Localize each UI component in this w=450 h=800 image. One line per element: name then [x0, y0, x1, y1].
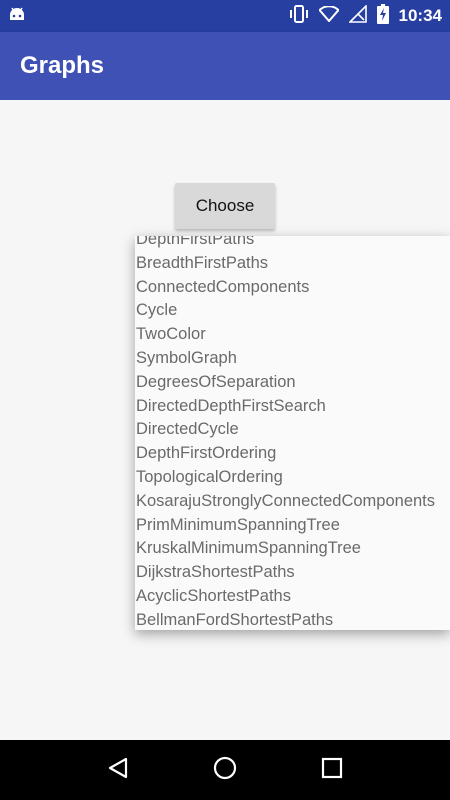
menu-item-directed-cycle[interactable]: DirectedCycle: [135, 418, 450, 442]
menu-item-dijkstra-shortest-paths[interactable]: DijkstraShortestPaths: [135, 561, 450, 585]
popup-menu[interactable]: DepthFirstPaths BreadthFirstPaths Connec…: [135, 236, 450, 630]
wifi-icon: [317, 4, 340, 27]
status-time: 10:34: [398, 6, 442, 25]
back-button[interactable]: [98, 750, 138, 790]
home-icon: [212, 755, 238, 786]
home-button[interactable]: [205, 750, 245, 790]
vibrate-icon: [289, 4, 309, 28]
recents-icon: [321, 757, 343, 784]
no-signal-icon: [347, 3, 367, 28]
menu-item-depth-first-paths[interactable]: DepthFirstPaths: [135, 236, 450, 252]
main-content: Choose DepthFirstPaths BreadthFirstPaths…: [0, 100, 450, 740]
menu-item-connected-components[interactable]: ConnectedComponents: [135, 276, 450, 300]
app-title: Graphs: [20, 52, 105, 79]
navigation-bar: [0, 740, 450, 800]
recents-button[interactable]: [312, 750, 352, 790]
menu-item-breadth-first-paths[interactable]: BreadthFirstPaths: [135, 252, 450, 276]
app-bar: Graphs: [0, 32, 450, 100]
menu-list: DepthFirstPaths BreadthFirstPaths Connec…: [135, 236, 450, 630]
menu-item-kruskal-mst[interactable]: KruskalMinimumSpanningTree: [135, 537, 450, 561]
menu-item-cycle[interactable]: Cycle: [135, 299, 450, 323]
status-bar: 10:34: [0, 0, 450, 32]
battery-charging-icon: [376, 3, 389, 29]
back-icon: [107, 756, 129, 785]
menu-item-acyclic-shortest-paths[interactable]: AcyclicShortestPaths: [135, 585, 450, 609]
menu-item-bellman-ford-shortest-paths[interactable]: BellmanFordShortestPaths: [135, 609, 450, 630]
menu-item-kosaraju-scc[interactable]: KosarajuStronglyConnectedComponents: [135, 490, 450, 514]
menu-item-two-color[interactable]: TwoColor: [135, 323, 450, 347]
menu-item-degrees-of-separation[interactable]: DegreesOfSeparation: [135, 371, 450, 395]
menu-item-depth-first-ordering[interactable]: DepthFirstOrdering: [135, 442, 450, 466]
menu-item-prim-mst[interactable]: PrimMinimumSpanningTree: [135, 514, 450, 538]
menu-item-symbol-graph[interactable]: SymbolGraph: [135, 347, 450, 371]
android-icon: [8, 6, 26, 27]
menu-item-directed-depth-first-search[interactable]: DirectedDepthFirstSearch: [135, 395, 450, 419]
choose-button[interactable]: Choose: [175, 183, 275, 229]
menu-item-topological-ordering[interactable]: TopologicalOrdering: [135, 466, 450, 490]
